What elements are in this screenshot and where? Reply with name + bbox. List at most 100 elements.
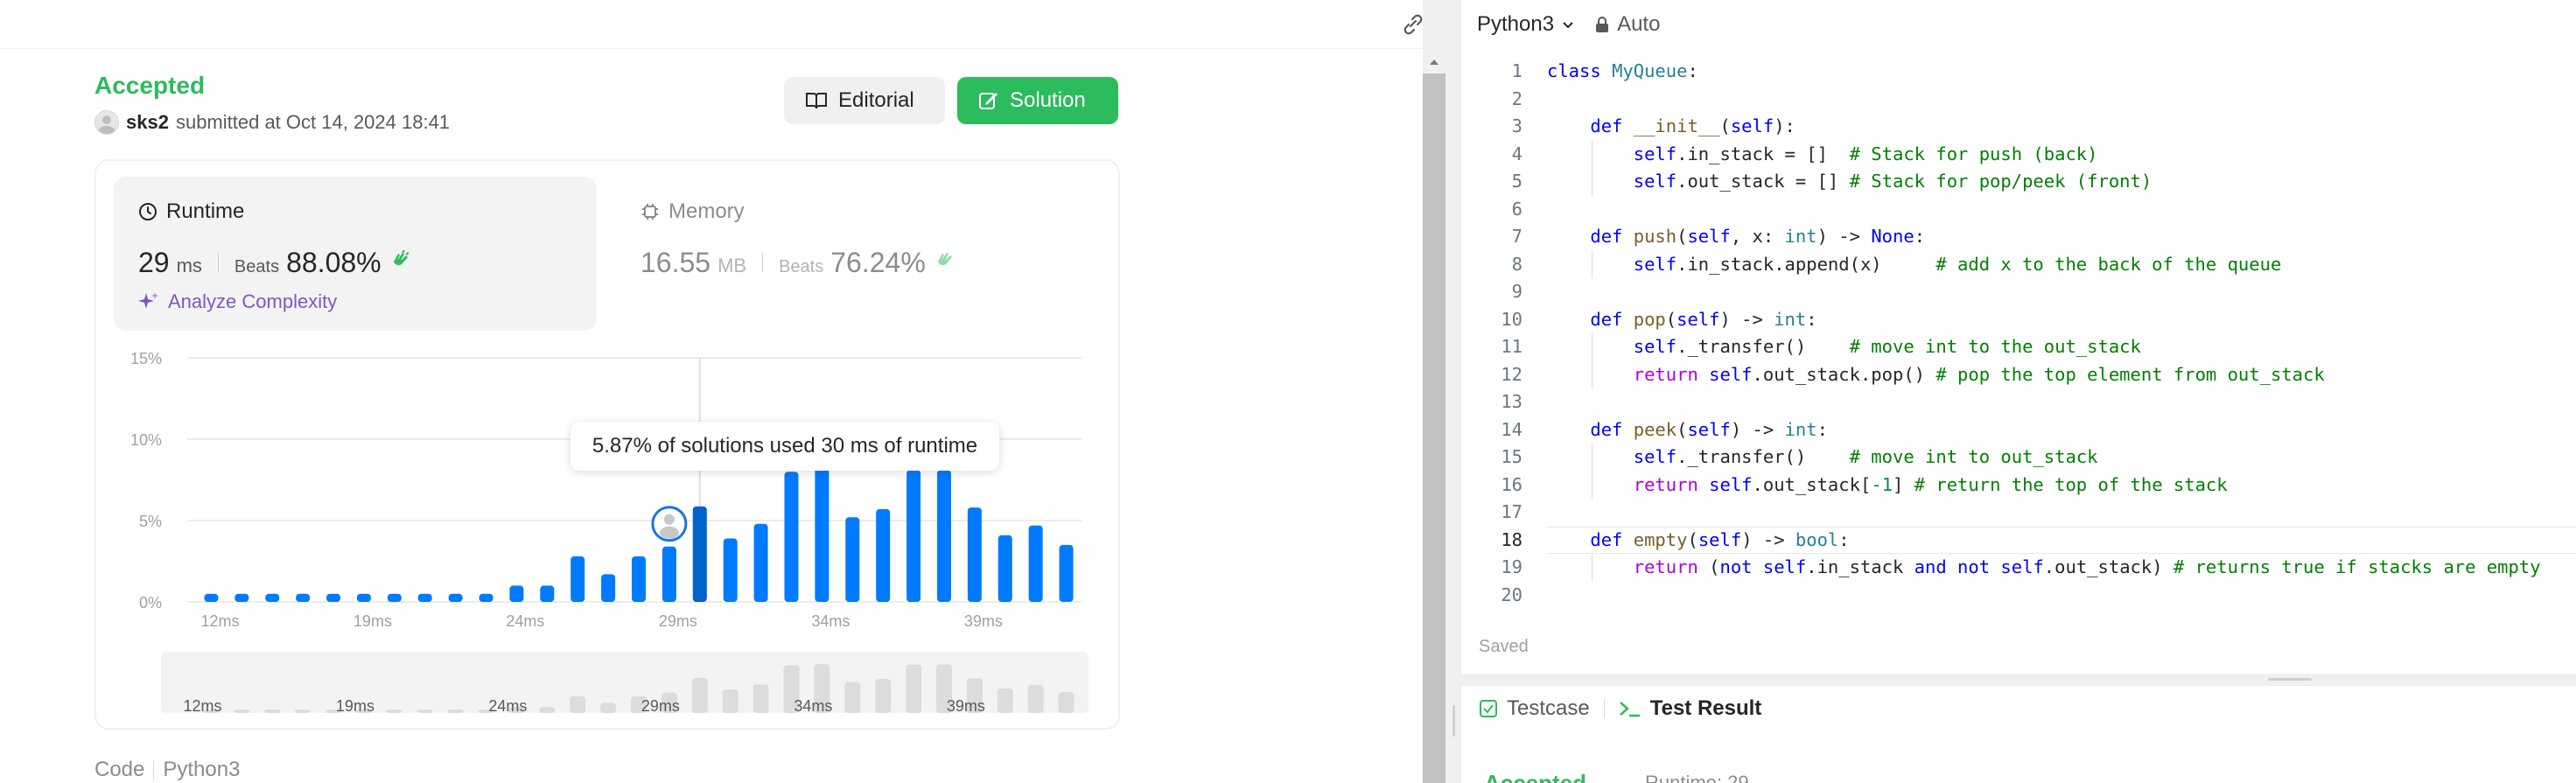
language-select[interactable]: Python3	[1477, 12, 1575, 37]
code-line[interactable]: 14 def peek(self) -> int:	[1461, 416, 2576, 444]
solution-button[interactable]: Solution	[957, 77, 1118, 124]
line-number: 17	[1501, 501, 1522, 522]
overview-bar	[875, 679, 892, 713]
overview-bar	[264, 710, 281, 713]
link-icon[interactable]	[1400, 12, 1426, 37]
line-number: 6	[1511, 198, 1522, 220]
overview-bar	[570, 696, 586, 713]
test-result-label: Test Result	[1649, 696, 1762, 720]
runtime-number: 29	[138, 247, 170, 278]
auto-mode[interactable]: Auto	[1594, 12, 1660, 37]
bar	[906, 470, 921, 602]
bar	[570, 556, 585, 602]
bar	[784, 472, 799, 602]
code-line[interactable]: 5 self.out_stack = [] # Stack for pop/pe…	[1461, 168, 2576, 196]
code-line[interactable]: 9	[1461, 278, 2576, 306]
bar	[692, 506, 707, 602]
code-line[interactable]: 10 def pop(self) -> int:	[1461, 306, 2576, 334]
scrollbar[interactable]	[1423, 73, 1446, 783]
code-text: def empty(self) -> bool:	[1590, 528, 1850, 550]
code-line[interactable]: 7 def push(self, x: int) -> None:	[1461, 223, 2576, 251]
code-text: return self.out_stack.pop() # pop the to…	[1633, 363, 2325, 385]
code-line[interactable]: 4 self.in_stack = [] # Stack for push (b…	[1461, 140, 2576, 168]
code-line[interactable]: 3 def __init__(self):	[1461, 113, 2576, 141]
code-editor[interactable]: 1 class MyQueue: 2 3 def __init__(self): 4 s…	[1461, 58, 2576, 609]
code-line[interactable]: 12 return self.out_stack.pop() # pop the…	[1461, 360, 2576, 388]
editorial-button[interactable]: Editorial	[784, 77, 945, 124]
code-text: self._transfer() # move int to out_stack	[1633, 446, 2098, 467]
bar	[845, 517, 860, 602]
panel-divider[interactable]	[1461, 674, 2576, 686]
tab-test-result[interactable]: Test Result	[1619, 696, 1762, 721]
submitted-at: submitted at Oct 14, 2024 18:41	[175, 111, 451, 133]
code-line[interactable]: 17	[1461, 499, 2576, 527]
code-text: def push(self, x: int) -> None:	[1590, 226, 1926, 247]
code-lang: Python3	[163, 758, 241, 781]
editorial-label: Editorial	[838, 88, 914, 112]
code-line[interactable]: 16 return self.out_stack[-1] # return th…	[1461, 471, 2576, 499]
submission-meta: sks2 submitted at Oct 14, 2024 18:41	[94, 110, 450, 135]
y-tick-label: 10%	[130, 431, 162, 449]
resize-handle[interactable]	[1452, 705, 1455, 737]
analyze-complexity-link[interactable]: Analyze Complexity	[138, 290, 337, 313]
terminal-icon	[1619, 702, 1640, 717]
code-line[interactable]: 6	[1461, 196, 2576, 224]
overview-tick-label: 12ms	[183, 697, 221, 715]
memory-value: 16.55 MB Beats 76.24%	[640, 247, 956, 279]
line-number: 5	[1511, 171, 1522, 192]
runtime-value: 29 ms Beats 88.08%	[138, 247, 411, 279]
code-line[interactable]: 13	[1461, 388, 2576, 416]
bar	[326, 593, 341, 602]
line-number: 4	[1511, 143, 1522, 164]
bar	[998, 535, 1012, 602]
overview-tick-label: 39ms	[947, 697, 985, 715]
resize-handle[interactable]	[2268, 678, 2312, 681]
bar	[204, 593, 219, 602]
tab-testcase[interactable]: Testcase	[1479, 696, 1590, 721]
scroll-up-arrow-icon[interactable]	[1426, 54, 1442, 70]
code-line[interactable]: 19 return (not self.in_stack and not sel…	[1461, 554, 2576, 582]
clock-icon	[139, 203, 157, 220]
code-text: self.out_stack = [] # Stack for pop/peek…	[1633, 171, 2152, 192]
x-tick-label: 29ms	[659, 612, 697, 630]
panel-resize-gutter[interactable]	[1446, 0, 1461, 783]
memory-title[interactable]: Memory	[640, 199, 745, 224]
code-line[interactable]: 18 def empty(self) -> bool:	[1461, 526, 2576, 554]
avatar[interactable]	[94, 110, 119, 135]
code-line[interactable]: 1 class MyQueue:	[1461, 58, 2576, 86]
x-tick-label: 34ms	[811, 612, 850, 630]
chevron-down-icon	[1563, 22, 1573, 29]
avatar-body	[659, 526, 679, 539]
overview-bar	[539, 707, 556, 713]
runtime-unit: ms	[176, 255, 202, 276]
code-line[interactable]: 15 self._transfer() # move int to out_st…	[1461, 444, 2576, 472]
bar	[540, 585, 555, 602]
bar	[234, 593, 249, 602]
runtime-beats-label: Beats	[234, 257, 280, 276]
code-line[interactable]: 8 self.in_stack.append(x) # add x to the…	[1461, 250, 2576, 278]
submission-panel: Accepted sks2 submitted at Oct 14, 2024 …	[0, 0, 1423, 783]
overview-tick-label: 29ms	[641, 697, 680, 715]
console-tabs: Testcase Test Result	[1479, 696, 1761, 721]
chart-tooltip: 5.87% of solutions used 30 ms of runtime	[570, 422, 999, 471]
code-line[interactable]: 2	[1461, 86, 2576, 114]
username[interactable]: sks2	[126, 111, 169, 134]
code-text: def pop(self) -> int:	[1590, 308, 1817, 330]
code-line[interactable]: 11 self._transfer() # move int to the ou…	[1461, 333, 2576, 361]
code-text: return self.out_stack[-1] # return the t…	[1633, 473, 2228, 495]
avatar-head	[663, 514, 675, 525]
code-line[interactable]: 20	[1461, 582, 2576, 610]
language-label: Python3	[1477, 12, 1555, 36]
editor-toolbar: Python3 Auto	[1461, 0, 2576, 49]
clap-icon	[393, 249, 410, 266]
memory-beats-pct: 76.24%	[830, 247, 926, 278]
runtime-distribution-chart[interactable]: 15% 10% 5% 0% 12ms 19ms 24ms 29ms 34ms 39ms 12ms 19…	[114, 346, 1099, 731]
overview-bar	[386, 710, 402, 713]
bar	[296, 593, 311, 602]
overview-bar	[1027, 684, 1044, 713]
overview-bar	[416, 710, 433, 713]
memory-unit: MB	[718, 255, 747, 276]
bar	[723, 538, 738, 602]
y-tick-label: 15%	[130, 350, 162, 367]
bar	[1059, 544, 1074, 602]
